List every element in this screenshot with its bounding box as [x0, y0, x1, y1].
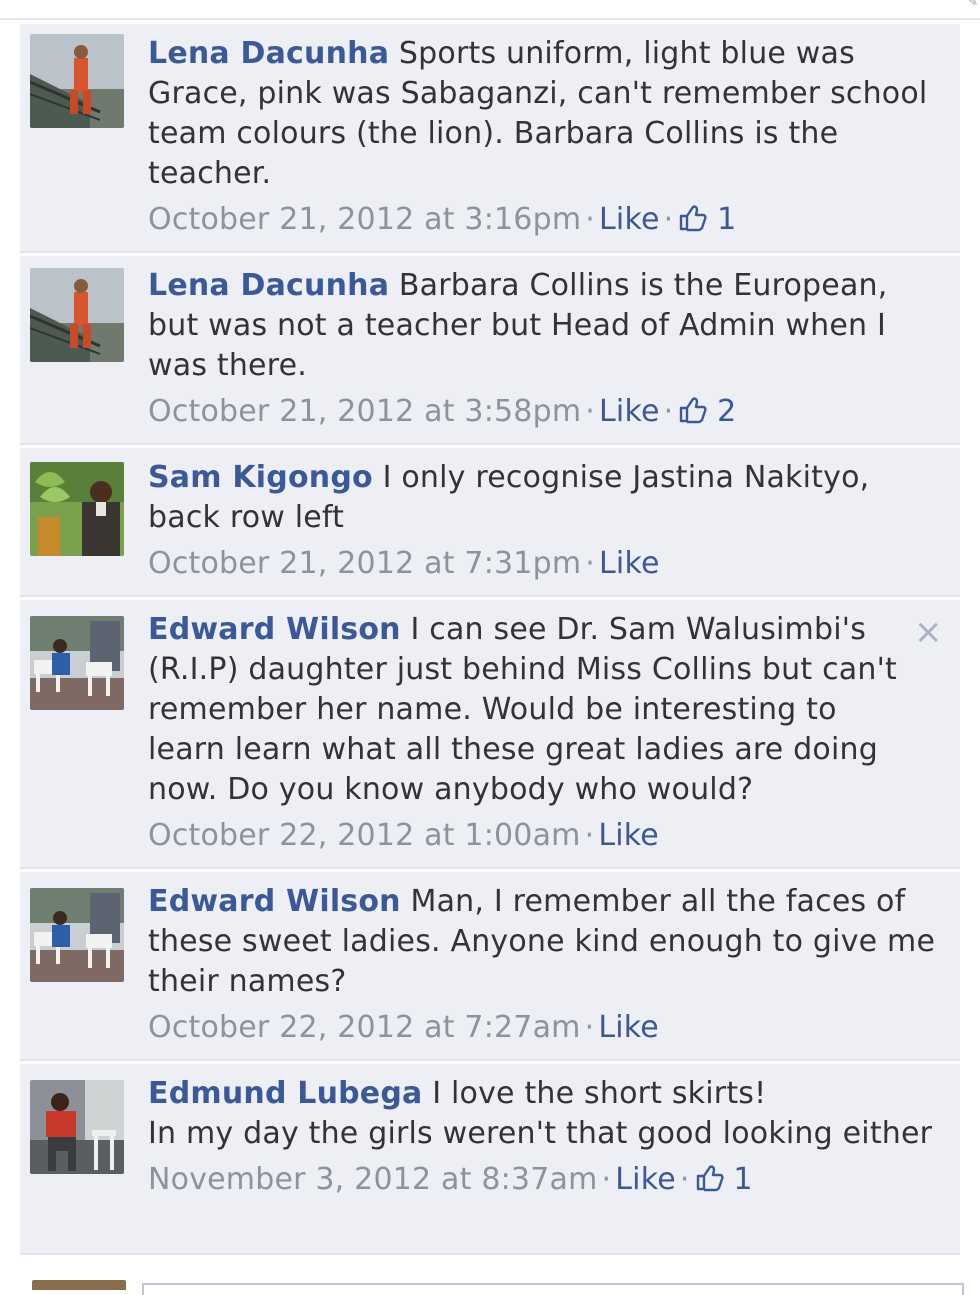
- avatar[interactable]: [30, 888, 124, 982]
- comment-list: Lena Dacunha Sports uniform, light blue …: [20, 24, 960, 1258]
- like-count-badge[interactable]: 1: [677, 202, 736, 237]
- pencil-icon[interactable]: ✎: [968, 0, 978, 8]
- comment-item: × Edward Wilson I can see Dr. Sam Walusi…: [20, 600, 960, 869]
- separator: ·: [601, 1162, 612, 1197]
- comment-item: Edward Wilson Man, I remember all the fa…: [20, 872, 960, 1061]
- like-count: 1: [717, 202, 737, 237]
- comment-timestamp[interactable]: October 22, 2012 at 7:27am: [148, 1010, 581, 1045]
- profile-photo-outdoor-chairs-icon: [30, 888, 124, 982]
- like-link[interactable]: Like: [615, 1162, 676, 1197]
- like-link[interactable]: Like: [599, 394, 660, 429]
- comment-meta: October 22, 2012 at 7:27am · Like: [148, 1008, 936, 1048]
- thumbs-up-icon: [680, 205, 707, 232]
- comment-meta: October 21, 2012 at 3:58pm · Like · 2: [148, 392, 936, 432]
- comment-meta: November 3, 2012 at 8:37am · Like · 1: [148, 1160, 936, 1200]
- comment-item: Sam Kigongo I only recognise Jastina Nak…: [20, 448, 960, 597]
- comment-body: Lena Dacunha Sports uniform, light blue …: [148, 34, 936, 240]
- like-link[interactable]: Like: [598, 818, 659, 853]
- like-count-badge[interactable]: 1: [694, 1162, 753, 1197]
- comment-body: Edmund Lubega I love the short skirts! I…: [148, 1074, 936, 1200]
- comment-body: Sam Kigongo I only recognise Jastina Nak…: [148, 458, 936, 584]
- profile-photo-person-on-railing-icon: [30, 34, 124, 128]
- comment-body: Lena Dacunha Barbara Collins is the Euro…: [148, 266, 936, 432]
- comment-body: Edward Wilson I can see Dr. Sam Walusimb…: [148, 610, 910, 856]
- comment-timestamp[interactable]: November 3, 2012 at 8:37am: [148, 1162, 598, 1197]
- comment-item: Edmund Lubega I love the short skirts! I…: [20, 1064, 960, 1255]
- separator: ·: [584, 1010, 595, 1045]
- comment-author[interactable]: Lena Dacunha: [148, 36, 389, 71]
- comment-meta: October 21, 2012 at 7:31pm · Like: [148, 544, 936, 584]
- like-link[interactable]: Like: [599, 202, 660, 237]
- comment-meta: October 21, 2012 at 3:16pm · Like · 1: [148, 200, 936, 240]
- thumbs-up-icon: [696, 1165, 724, 1192]
- like-link[interactable]: Like: [599, 546, 660, 581]
- like-count-badge[interactable]: 2: [677, 394, 736, 429]
- comment-author[interactable]: Edmund Lubega: [148, 1076, 422, 1111]
- separator: ·: [663, 394, 674, 429]
- avatar[interactable]: [30, 616, 124, 710]
- like-count: 2: [717, 394, 737, 429]
- close-icon[interactable]: ×: [914, 615, 943, 649]
- profile-photo-outdoor-chairs-icon: [30, 616, 124, 710]
- comment-timestamp[interactable]: October 21, 2012 at 3:16pm: [148, 202, 581, 237]
- like-count: 1: [733, 1162, 753, 1197]
- avatar[interactable]: [30, 34, 124, 128]
- comment-author[interactable]: Edward Wilson: [148, 612, 401, 647]
- avatar[interactable]: [30, 268, 124, 362]
- separator: ·: [585, 546, 595, 581]
- separator: ·: [585, 202, 595, 237]
- profile-photo-person-on-railing-icon: [30, 268, 124, 362]
- separator: ·: [584, 818, 595, 853]
- comment-input[interactable]: [142, 1283, 964, 1295]
- comment-author[interactable]: Lena Dacunha: [148, 268, 389, 303]
- comment-timestamp[interactable]: October 22, 2012 at 1:00am: [148, 818, 581, 853]
- profile-photo-man-garden-icon: [30, 462, 124, 556]
- profile-photo-man-seated-icon: [30, 1080, 124, 1174]
- avatar[interactable]: [30, 462, 124, 556]
- top-divider: [0, 18, 980, 20]
- thumbs-up-icon: [680, 397, 707, 424]
- comment-body: Edward Wilson Man, I remember all the fa…: [148, 882, 936, 1048]
- separator: ·: [679, 1162, 690, 1197]
- comment-author[interactable]: Sam Kigongo: [148, 460, 373, 495]
- separator: ·: [663, 202, 674, 237]
- avatar[interactable]: [30, 1080, 124, 1174]
- like-link[interactable]: Like: [598, 1010, 659, 1045]
- comment-timestamp[interactable]: October 21, 2012 at 3:58pm: [148, 394, 581, 429]
- separator: ·: [585, 394, 595, 429]
- comment-timestamp[interactable]: October 21, 2012 at 7:31pm: [148, 546, 581, 581]
- comment-item: Lena Dacunha Barbara Collins is the Euro…: [20, 256, 960, 445]
- comment-author[interactable]: Edward Wilson: [148, 884, 401, 919]
- comment-item: Lena Dacunha Sports uniform, light blue …: [20, 24, 960, 253]
- comment-meta: October 22, 2012 at 1:00am · Like: [148, 816, 910, 856]
